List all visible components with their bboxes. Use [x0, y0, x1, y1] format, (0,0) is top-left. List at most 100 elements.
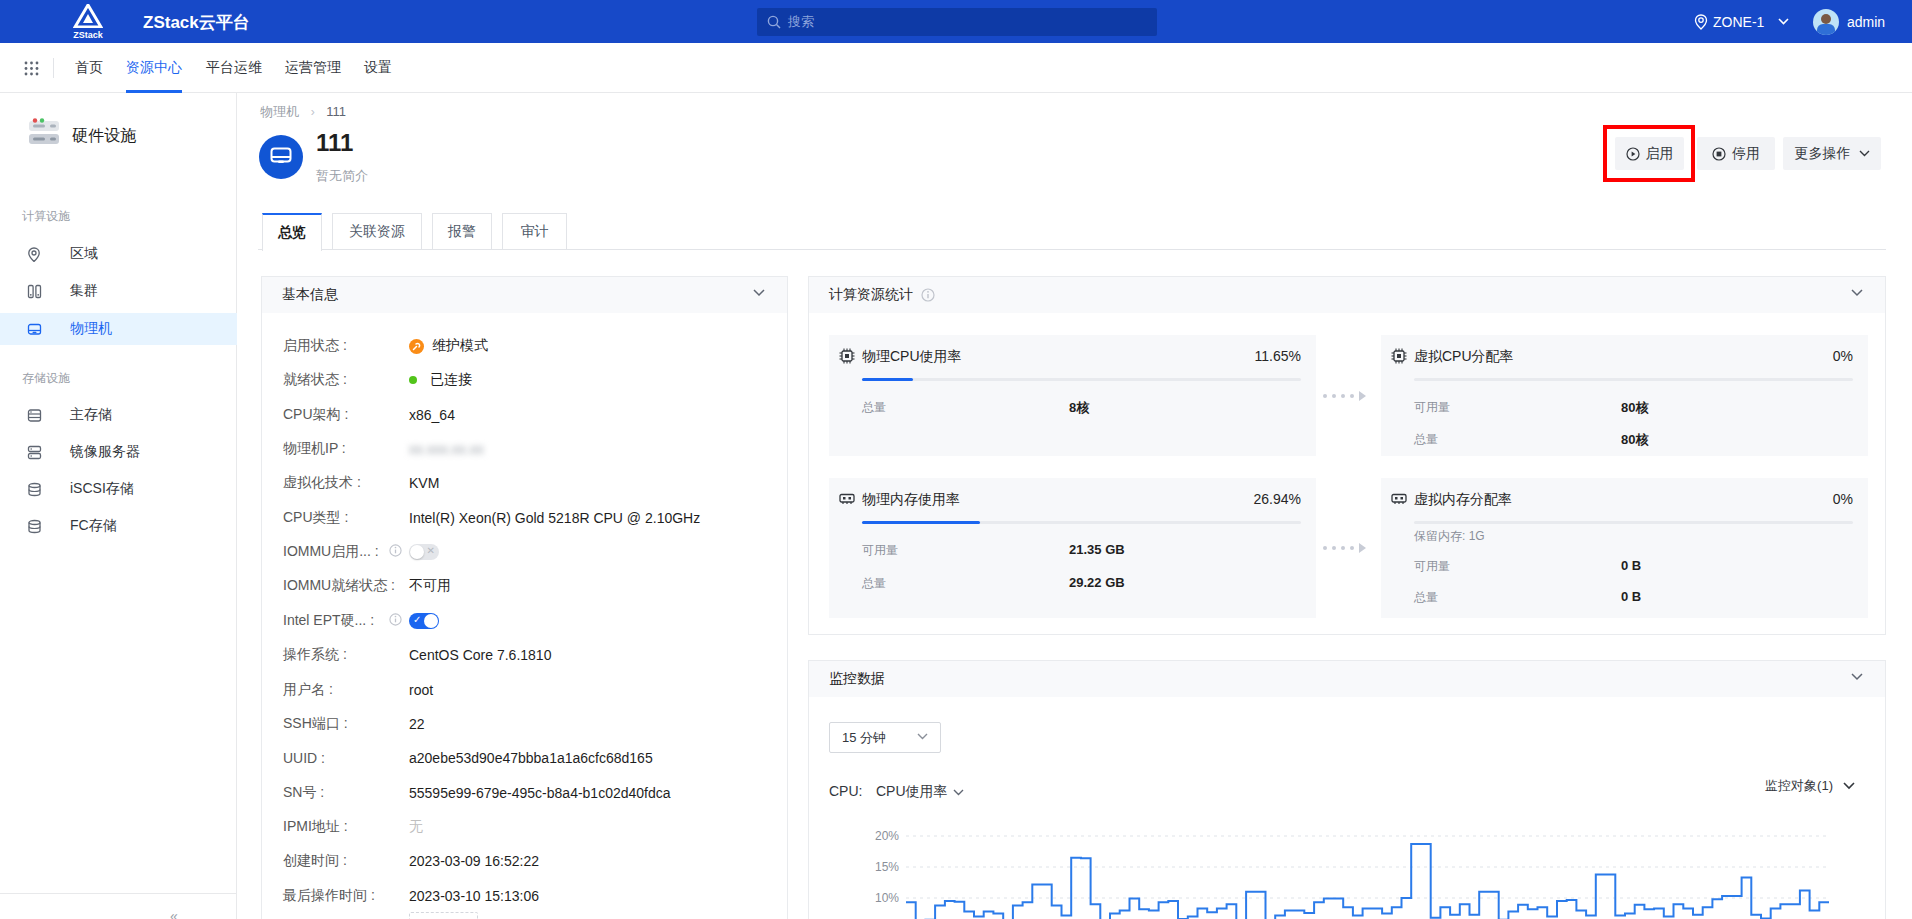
tile-title: 物理CPU使用率	[862, 348, 962, 366]
tile-row-value: 21.35 GB	[1069, 542, 1125, 557]
toggle-off[interactable]: ✕	[409, 544, 439, 560]
tile-note: 保留内存: 1G	[1414, 528, 1485, 545]
row-label: 用户名 :	[283, 681, 333, 699]
chevron-down-icon	[1859, 150, 1870, 157]
chevron-down-icon	[1778, 18, 1789, 25]
basic-info-row: CPU类型 :Intel(R) Xeon(R) Gold 5218R CPU @…	[283, 507, 773, 529]
basic-info-row: 创建时间 :2023-03-09 16:52:22	[283, 850, 773, 872]
apps-grid-icon[interactable]	[24, 61, 39, 76]
tile-row-value: 0 B	[1621, 589, 1641, 604]
page-title: 111	[316, 129, 353, 157]
sidebar-item-host[interactable]: 物理机	[0, 313, 237, 345]
sidebar-item-iscsi-storage[interactable]: iSCSI存储	[0, 473, 237, 505]
zstack-logo-icon[interactable]: ZStack	[66, 4, 110, 40]
nav-item-2[interactable]: 平台运维	[206, 43, 262, 92]
row-value: 2023-03-10 15:13:06	[409, 888, 539, 904]
row-label: IPMI地址 :	[283, 818, 348, 836]
user-menu[interactable]: admin	[1813, 0, 1885, 43]
sidebar-item-primary-storage[interactable]: 主存储	[0, 399, 237, 431]
row-label: Intel EPT硬... :	[283, 612, 374, 630]
tile-title: 物理内存使用率	[862, 491, 960, 509]
basic-info-row: 用户名 :root	[283, 679, 773, 701]
basic-info-row: 启用状态 :维护模式	[283, 335, 773, 357]
tile-title: 虚拟内存分配率	[1414, 491, 1512, 509]
metric-select[interactable]: CPU使用率	[876, 783, 964, 801]
primary-storage-icon	[27, 408, 43, 423]
basic-info-header[interactable]: 基本信息	[262, 277, 787, 313]
memory-stick-icon	[839, 491, 855, 511]
sidebar-item-fc-storage[interactable]: FC存储	[0, 510, 237, 542]
row-label: 就绪状态 :	[283, 371, 347, 389]
toggle-on[interactable]: ✓	[409, 613, 439, 629]
tile-percent: 0%	[1833, 491, 1853, 507]
tab-2[interactable]: 报警	[432, 213, 492, 250]
compute-stats-card: 计算资源统计 物理CPU使用率11.65%总量8核虚拟CPU分配率0%可用量80…	[808, 276, 1886, 635]
zone-selector[interactable]: ZONE-1	[1694, 0, 1794, 43]
breadcrumb-parent[interactable]: 物理机	[260, 104, 299, 119]
main-nav-bar: 首页资源中心平台运维运营管理设置	[0, 43, 1912, 93]
nav-item-4[interactable]: 设置	[364, 43, 392, 92]
chevron-down-icon	[1851, 289, 1863, 297]
progress-bar	[862, 378, 1301, 381]
metric-label: CPU:	[829, 783, 862, 799]
monitor-header[interactable]: 监控数据	[809, 661, 1885, 697]
sidebar-item-image-server[interactable]: 镜像服务器	[0, 436, 237, 468]
row-value: a20ebe53d90e47bbba1a1a6cfc68d165	[409, 750, 653, 766]
monitor-data-card: 监控数据 15 分钟 CPU: CPU使用率 监控对象(1) 20%15%10%	[808, 660, 1886, 919]
row-value: 22	[409, 716, 425, 732]
row-label: IOMMU就绪状态 :	[283, 577, 395, 595]
location-pin-icon	[1694, 14, 1708, 30]
more-actions-button[interactable]: 更多操作	[1783, 137, 1881, 170]
tile-row-label: 可用量	[862, 542, 898, 559]
chevron-down-icon	[753, 289, 765, 297]
row-value: 无	[409, 818, 423, 836]
chart-ytick: 15%	[859, 860, 899, 874]
monitor-object-select[interactable]: 监控对象(1)	[1765, 777, 1855, 795]
row-value: 不可用	[409, 577, 451, 595]
brand-title: ZStack云平台	[143, 11, 250, 34]
status-value: 已连接	[409, 371, 472, 389]
add-tag-dashed-box[interactable]	[409, 912, 478, 919]
chevron-down-icon	[1851, 673, 1863, 681]
global-search-input[interactable]: 搜索	[757, 8, 1157, 36]
basic-info-row: IOMMU就绪状态 : 不可用	[283, 575, 773, 597]
tile-title: 虚拟CPU分配率	[1414, 348, 1514, 366]
sidebar: 硬件设施 计算设施区域集群物理机存储设施主存储镜像服务器iSCSI存储FC存储 …	[0, 93, 237, 919]
basic-info-row: 虚拟化技术 :KVM	[283, 472, 773, 494]
zone-name: ZONE-1	[1713, 14, 1764, 30]
row-value: KVM	[409, 475, 439, 491]
sidebar-collapse-icon[interactable]: «	[170, 908, 178, 919]
tile-percent: 0%	[1833, 348, 1853, 364]
row-value: CentOS Core 7.6.1810	[409, 647, 551, 663]
zone-icon	[27, 247, 43, 262]
row-label: IOMMU启用... :	[283, 543, 379, 561]
tile-row-value: 29.22 GB	[1069, 575, 1125, 590]
progress-bar	[1414, 521, 1853, 524]
nav-item-1[interactable]: 资源中心	[126, 43, 182, 92]
time-range-select[interactable]: 15 分钟	[829, 722, 941, 753]
sidebar-item-cluster[interactable]: 集群	[0, 275, 237, 307]
tab-1[interactable]: 关联资源	[332, 213, 422, 250]
disable-button[interactable]: 停用	[1697, 137, 1775, 170]
compute-stats-header[interactable]: 计算资源统计	[809, 277, 1885, 313]
breadcrumb: 物理机 › 111	[260, 103, 346, 121]
basic-info-row: 最后操作时间 :2023-03-10 15:13:06	[283, 885, 773, 907]
annotation-highlight-box	[1603, 125, 1695, 182]
redacted-value: xx.xxx.xx.xx	[409, 441, 484, 457]
hardware-facility-icon	[25, 118, 63, 152]
chart-ytick: 20%	[859, 829, 899, 843]
sidebar-group-label: 计算设施	[22, 208, 70, 225]
sidebar-item-zone[interactable]: 区域	[0, 238, 237, 270]
basic-info-row: SN号 :55595e99-679e-495c-b8a4-b1c02d40fdc…	[283, 782, 773, 804]
row-label: 操作系统 :	[283, 646, 347, 664]
nav-item-3[interactable]: 运营管理	[285, 43, 341, 92]
memory-stick-icon	[1391, 491, 1407, 511]
nav-item-0[interactable]: 首页	[75, 43, 103, 92]
tab-3[interactable]: 审计	[502, 213, 567, 250]
row-label: CPU架构 :	[283, 406, 348, 424]
row-label: 创建时间 :	[283, 852, 347, 870]
tab-0[interactable]: 总览	[262, 213, 322, 251]
host-icon	[27, 322, 43, 337]
progress-bar	[862, 521, 1301, 524]
tile-row-value: 80核	[1621, 399, 1648, 417]
